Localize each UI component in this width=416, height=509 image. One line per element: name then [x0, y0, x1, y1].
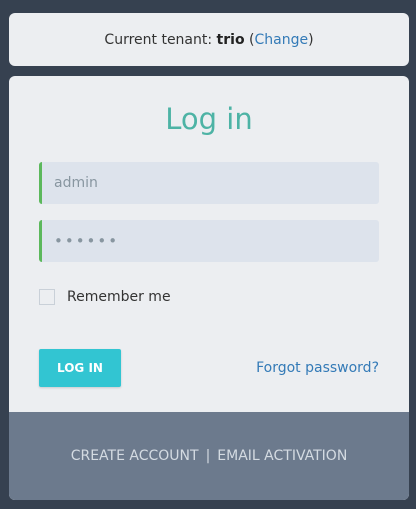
login-button[interactable]: LOG IN	[39, 349, 121, 387]
login-title: Log in	[165, 102, 253, 136]
login-card: Log in Remember me LOG IN Forgot passwor…	[9, 76, 409, 500]
tenant-name: trio	[216, 31, 245, 48]
forgot-password-link[interactable]: Forgot password?	[256, 360, 379, 376]
username-input[interactable]	[39, 162, 379, 204]
remember-me-checkbox[interactable]	[39, 289, 55, 305]
change-tenant-link[interactable]: Change	[254, 32, 308, 48]
remember-me-label: Remember me	[67, 289, 171, 305]
card-footer: CREATE ACCOUNT | EMAIL ACTIVATION	[9, 412, 409, 500]
tenant-panel: Current tenant: trio (Change)	[9, 13, 409, 66]
email-activation-link[interactable]: EMAIL ACTIVATION	[217, 448, 347, 464]
remember-me[interactable]: Remember me	[39, 289, 171, 305]
tenant-prefix: Current tenant:	[104, 31, 213, 48]
create-account-link[interactable]: CREATE ACCOUNT	[71, 448, 199, 464]
tenant-close-paren: )	[308, 31, 314, 48]
footer-separator: |	[205, 448, 211, 464]
password-input[interactable]	[39, 220, 379, 262]
